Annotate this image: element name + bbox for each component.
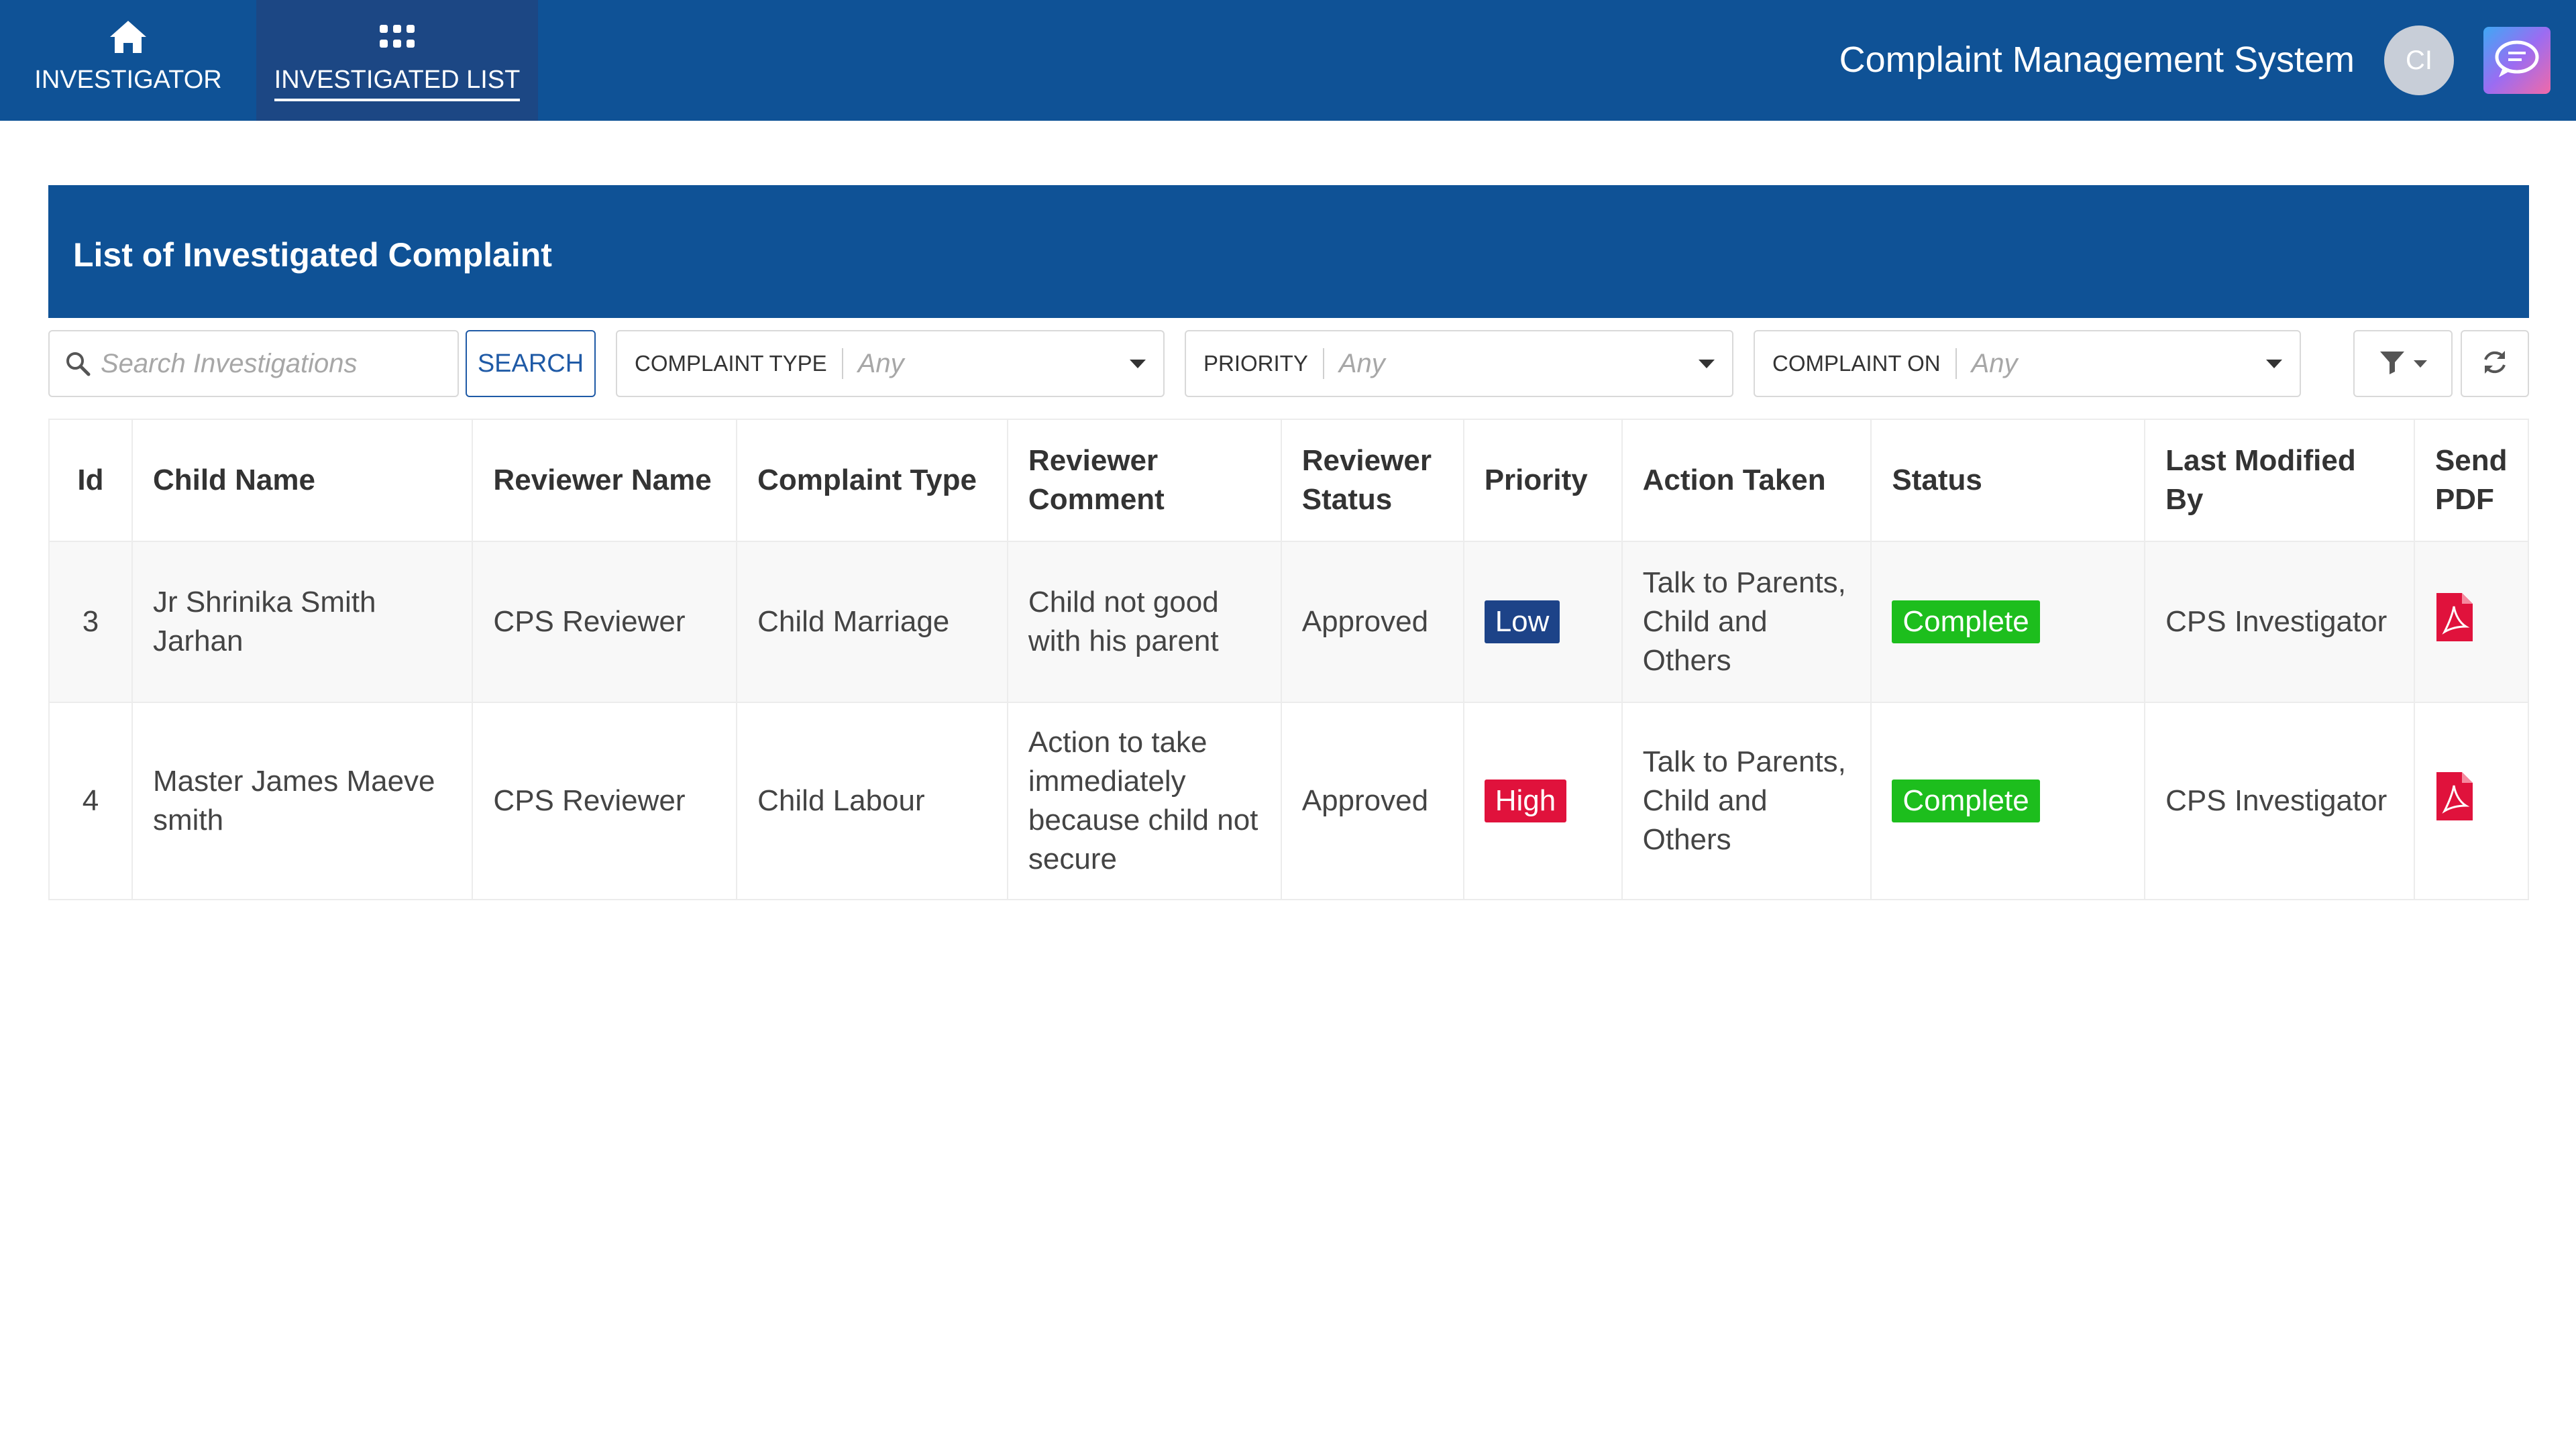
cell-status: Complete <box>1870 702 2146 900</box>
table-row[interactable]: 4 Master James Maeve smith CPS Reviewer … <box>48 702 2530 900</box>
nav-tab-label: INVESTIGATOR <box>34 66 222 94</box>
status-badge: Complete <box>1892 600 2040 643</box>
cell-priority: Low <box>1462 541 1623 703</box>
top-navbar: INVESTIGATOR INVESTIGATED LIST Complaint… <box>0 0 2576 121</box>
cell-reviewer-comment: Action to take immediately because child… <box>1006 702 1282 900</box>
cell-action-taken: Talk to Parents, Child and Others <box>1621 541 1872 703</box>
column-header-last-modified-by[interactable]: Last Modified By <box>2144 419 2415 542</box>
priority-badge: Low <box>1484 600 1560 643</box>
cell-complaint-type: Child Marriage <box>736 541 1008 703</box>
filter-menu-button[interactable] <box>2353 330 2453 397</box>
chat-button[interactable] <box>2483 27 2551 94</box>
search-input[interactable] <box>101 348 449 379</box>
refresh-button[interactable] <box>2461 330 2529 397</box>
column-header-send-pdf[interactable]: Send PDF <box>2413 419 2530 542</box>
page-title: List of Investigated Complaint <box>73 236 552 274</box>
cell-action-taken: Talk to Parents, Child and Others <box>1621 702 1872 900</box>
complaint-on-label: COMPLAINT ON <box>1772 351 1941 376</box>
divider <box>841 348 843 379</box>
column-header-complaint-type[interactable]: Complaint Type <box>736 419 1008 542</box>
divider <box>1322 348 1324 379</box>
table-header-row: Id Child Name Reviewer Name Complaint Ty… <box>48 419 2530 542</box>
caret-down-icon <box>1699 359 1715 368</box>
divider <box>1955 348 1957 379</box>
chat-icon <box>2493 38 2540 83</box>
nav-tab-investigated-list[interactable]: INVESTIGATED LIST <box>256 0 538 121</box>
column-header-child-name[interactable]: Child Name <box>131 419 474 542</box>
cell-reviewer-status: Approved <box>1280 702 1464 900</box>
grid-icon <box>378 17 416 56</box>
complaint-type-value: Any <box>857 348 904 378</box>
column-header-id[interactable]: Id <box>48 419 133 542</box>
complaint-on-dropdown[interactable]: COMPLAINT ON Any <box>1754 330 2301 397</box>
search-icon <box>64 350 91 377</box>
cell-last-modified-by: CPS Investigator <box>2144 702 2415 900</box>
column-header-status[interactable]: Status <box>1870 419 2146 542</box>
cell-send-pdf <box>2413 541 2530 703</box>
pdf-icon[interactable] <box>2435 592 2474 649</box>
priority-label: PRIORITY <box>1203 351 1308 376</box>
cell-child-name: Jr Shrinika Smith Jarhan <box>131 541 474 703</box>
filter-icon <box>2379 349 2406 379</box>
caret-down-icon <box>2414 360 2427 368</box>
complaint-on-value: Any <box>1971 348 2018 378</box>
column-header-reviewer-comment[interactable]: Reviewer Comment <box>1006 419 1282 542</box>
column-header-reviewer-name[interactable]: Reviewer Name <box>472 419 738 542</box>
cell-child-name: Master James Maeve smith <box>131 702 474 900</box>
investigations-table: Id Child Name Reviewer Name Complaint Ty… <box>48 419 2530 900</box>
app-title: Complaint Management System <box>1839 40 2355 80</box>
nav-tab-label: INVESTIGATED LIST <box>274 66 521 101</box>
cell-complaint-type: Child Labour <box>736 702 1008 900</box>
cell-reviewer-name: CPS Reviewer <box>472 541 738 703</box>
caret-down-icon <box>1130 359 1146 368</box>
cell-id: 4 <box>48 702 133 900</box>
home-icon <box>109 17 148 56</box>
complaint-type-label: COMPLAINT TYPE <box>635 351 827 376</box>
cell-reviewer-name: CPS Reviewer <box>472 702 738 900</box>
column-header-action-taken[interactable]: Action Taken <box>1621 419 1872 542</box>
panel-header: List of Investigated Complaint <box>48 185 2529 318</box>
cell-reviewer-comment: Child not good with his parent <box>1006 541 1282 703</box>
nav-tab-investigator[interactable]: INVESTIGATOR <box>0 0 256 121</box>
table-row[interactable]: 3 Jr Shrinika Smith Jarhan CPS Reviewer … <box>48 541 2530 703</box>
pdf-icon[interactable] <box>2435 771 2474 828</box>
search-button[interactable]: SEARCH <box>466 330 596 397</box>
cell-send-pdf <box>2413 702 2530 900</box>
cell-id: 3 <box>48 541 133 703</box>
cell-last-modified-by: CPS Investigator <box>2144 541 2415 703</box>
refresh-icon <box>2481 348 2509 380</box>
priority-dropdown[interactable]: PRIORITY Any <box>1185 330 1733 397</box>
caret-down-icon <box>2266 359 2282 368</box>
complaint-type-dropdown[interactable]: COMPLAINT TYPE Any <box>616 330 1165 397</box>
cell-status: Complete <box>1870 541 2146 703</box>
priority-value: Any <box>1338 348 1385 378</box>
column-header-reviewer-status[interactable]: Reviewer Status <box>1280 419 1464 542</box>
priority-badge: High <box>1484 780 1567 822</box>
search-box <box>48 330 459 397</box>
status-badge: Complete <box>1892 780 2040 822</box>
cell-priority: High <box>1462 702 1623 900</box>
column-header-priority[interactable]: Priority <box>1462 419 1623 542</box>
cell-reviewer-status: Approved <box>1280 541 1464 703</box>
user-avatar[interactable]: CI <box>2384 25 2454 95</box>
